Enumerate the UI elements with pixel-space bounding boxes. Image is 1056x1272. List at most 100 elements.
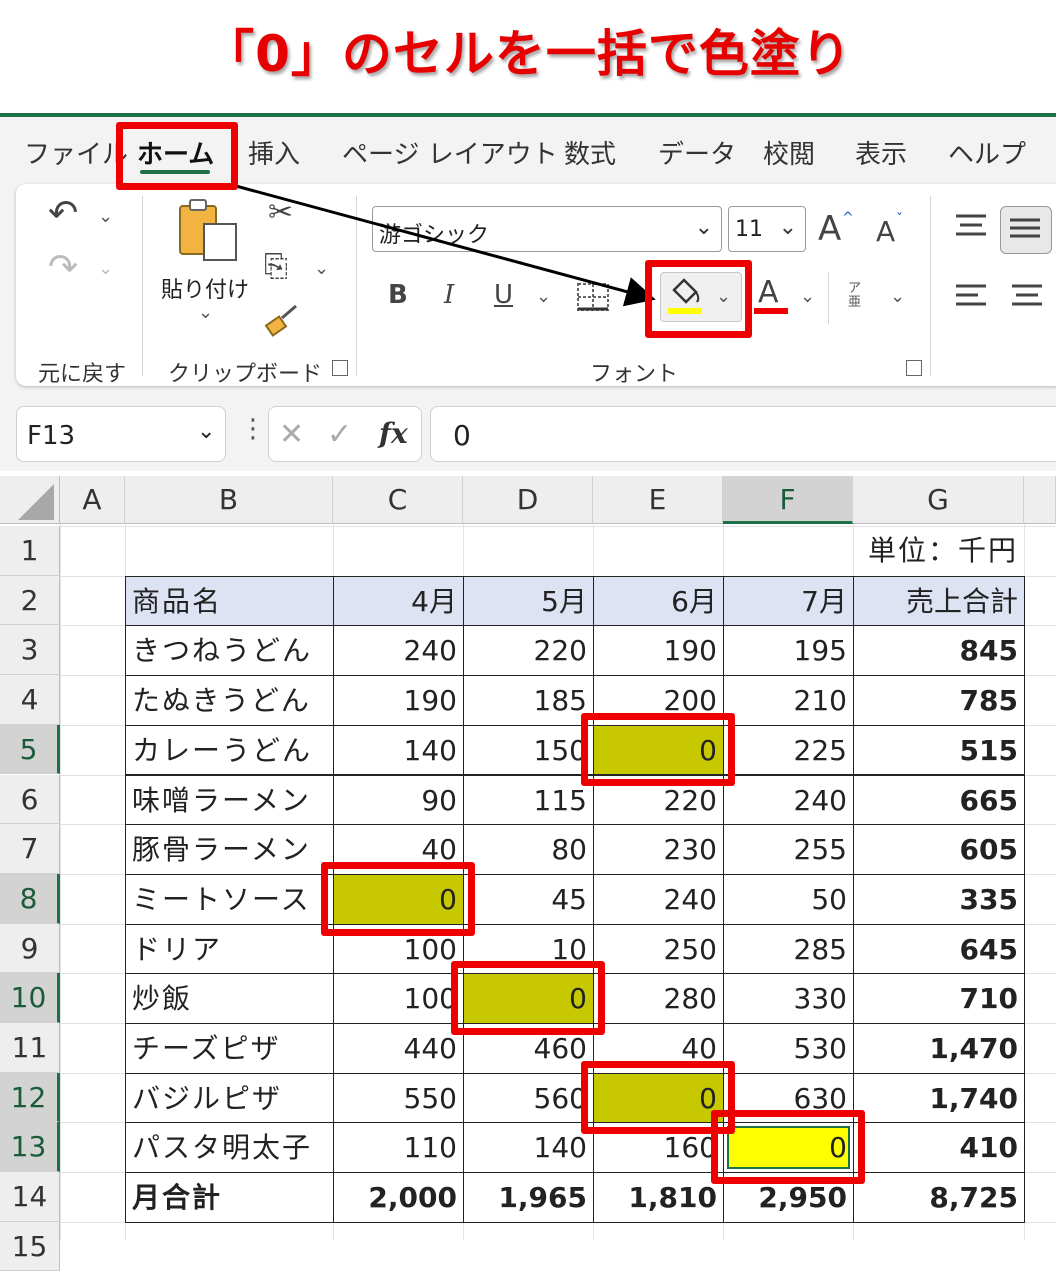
value-cell[interactable]: 250 bbox=[593, 923, 724, 975]
insert-function-icon[interactable]: fx bbox=[379, 417, 408, 450]
product-name-cell[interactable]: チーズピザ bbox=[125, 1023, 334, 1074]
value-cell[interactable]: 225 bbox=[723, 724, 854, 776]
row-header-9[interactable]: 9 bbox=[0, 923, 60, 974]
value-cell[interactable]: 90 bbox=[333, 774, 464, 826]
value-cell[interactable]: 150 bbox=[463, 724, 594, 776]
row-header-2[interactable]: 2 bbox=[0, 575, 60, 626]
value-cell[interactable]: 100 bbox=[333, 973, 464, 1024]
tab-page-layout[interactable]: ページ レイアウト bbox=[342, 134, 558, 171]
value-cell[interactable]: 50 bbox=[723, 873, 854, 925]
product-name-cell[interactable]: きつねうどん bbox=[125, 625, 334, 677]
align-center-icon[interactable] bbox=[1010, 282, 1044, 310]
column-header-f[interactable]: F bbox=[723, 476, 853, 524]
row-header-8[interactable]: 8 bbox=[0, 873, 60, 924]
font-launcher-icon[interactable] bbox=[906, 360, 922, 376]
value-cell[interactable]: 115 bbox=[463, 774, 594, 826]
value-cell[interactable]: 45 bbox=[463, 873, 594, 925]
row-header-5[interactable]: 5 bbox=[0, 724, 60, 775]
chevron-down-icon[interactable]: ⌄ bbox=[779, 215, 797, 240]
value-cell[interactable]: 785 bbox=[853, 675, 1025, 726]
value-cell[interactable]: 80 bbox=[463, 824, 594, 875]
product-name-cell[interactable]: カレーうどん bbox=[125, 724, 334, 776]
value-cell[interactable]: 515 bbox=[853, 724, 1025, 776]
column-header-g[interactable]: G bbox=[853, 476, 1024, 524]
value-cell[interactable]: 560 bbox=[463, 1072, 594, 1124]
paste-button-label[interactable]: 貼り付け bbox=[161, 272, 249, 304]
format-painter-icon[interactable] bbox=[264, 302, 300, 338]
align-top-icon[interactable] bbox=[954, 212, 988, 240]
value-cell[interactable]: 210 bbox=[723, 675, 854, 726]
value-cell[interactable]: 240 bbox=[593, 873, 724, 925]
copy-icon[interactable]: ⎘ bbox=[264, 252, 288, 282]
chevron-down-icon[interactable]: ⌄ bbox=[197, 419, 215, 444]
row-header-6[interactable]: 6 bbox=[0, 774, 60, 825]
value-cell[interactable]: 410 bbox=[853, 1122, 1025, 1174]
row-header-11[interactable]: 11 bbox=[0, 1023, 60, 1073]
table-header-cell[interactable]: 7月 bbox=[723, 575, 854, 627]
table-header-cell[interactable]: 商品名 bbox=[125, 575, 334, 627]
row-header-4[interactable]: 4 bbox=[0, 675, 60, 725]
product-name-cell[interactable]: 炒飯 bbox=[125, 973, 334, 1024]
column-header-a[interactable]: A bbox=[60, 476, 125, 524]
row-header-1[interactable]: 1 bbox=[0, 526, 60, 576]
align-left-icon[interactable] bbox=[954, 282, 988, 310]
undo-icon[interactable]: ↶ bbox=[48, 196, 78, 232]
formula-input[interactable]: 0 bbox=[430, 406, 1056, 462]
product-name-cell[interactable]: パスタ明太子 bbox=[125, 1122, 334, 1174]
column-header-b[interactable]: B bbox=[125, 476, 333, 524]
table-header-cell[interactable]: 4月 bbox=[333, 575, 464, 627]
row-header-3[interactable]: 3 bbox=[0, 625, 60, 676]
row-header-12[interactable]: 12 bbox=[0, 1072, 60, 1123]
tab-help[interactable]: ヘルプ bbox=[948, 134, 1026, 171]
table-header-cell[interactable]: 売上合計 bbox=[853, 575, 1025, 627]
value-cell[interactable]: 220 bbox=[463, 625, 594, 677]
value-cell[interactable]: 140 bbox=[463, 1122, 594, 1174]
grow-font-icon[interactable]: A bbox=[818, 212, 841, 246]
product-name-cell[interactable]: たぬきうどん bbox=[125, 675, 334, 726]
value-cell[interactable]: 285 bbox=[723, 923, 854, 975]
underline-button[interactable]: U bbox=[494, 282, 513, 308]
value-cell[interactable]: 605 bbox=[853, 824, 1025, 875]
value-cell[interactable]: 190 bbox=[333, 675, 464, 726]
row-header-7[interactable]: 7 bbox=[0, 824, 60, 874]
value-cell[interactable]: 240 bbox=[333, 625, 464, 677]
total-cell[interactable]: 1,965 bbox=[463, 1172, 594, 1223]
value-cell[interactable]: 845 bbox=[853, 625, 1025, 677]
product-name-cell[interactable]: 味噌ラーメン bbox=[125, 774, 334, 826]
value-cell[interactable]: 530 bbox=[723, 1023, 854, 1074]
value-cell[interactable]: 550 bbox=[333, 1072, 464, 1124]
tab-file[interactable]: ファイル bbox=[24, 134, 128, 171]
enter-icon[interactable]: ✓ bbox=[327, 417, 352, 452]
table-header-cell[interactable]: 5月 bbox=[463, 575, 594, 627]
font-color-dropdown-icon[interactable]: ⌄ bbox=[800, 286, 815, 307]
value-cell[interactable]: 280 bbox=[593, 973, 724, 1024]
value-cell[interactable]: 185 bbox=[463, 675, 594, 726]
total-cell[interactable]: 8,725 bbox=[853, 1172, 1025, 1223]
column-header-c[interactable]: C bbox=[333, 476, 463, 524]
product-name-cell[interactable]: バジルピザ bbox=[125, 1072, 334, 1124]
phonetic-dropdown-icon[interactable]: ⌄ bbox=[890, 286, 905, 307]
redo-dropdown-icon[interactable]: ⌄ bbox=[98, 258, 113, 279]
cut-icon[interactable]: ✂ bbox=[268, 198, 293, 228]
clipboard-launcher-icon[interactable] bbox=[332, 360, 348, 376]
copy-dropdown-icon[interactable]: ⌄ bbox=[314, 258, 329, 279]
product-name-cell[interactable]: ドリア bbox=[125, 923, 334, 975]
value-cell[interactable]: 230 bbox=[593, 824, 724, 875]
total-cell[interactable]: 月合計 bbox=[125, 1172, 334, 1223]
value-cell[interactable]: 335 bbox=[853, 873, 1025, 925]
value-cell[interactable]: 710 bbox=[853, 973, 1025, 1024]
total-cell[interactable]: 1,810 bbox=[593, 1172, 724, 1223]
redo-icon[interactable]: ↷ bbox=[48, 250, 78, 286]
row-header-15[interactable]: 15 bbox=[0, 1221, 60, 1272]
product-name-cell[interactable]: 豚骨ラーメン bbox=[125, 824, 334, 875]
more-options-icon[interactable]: ⋮ bbox=[240, 414, 266, 444]
phonetic-guide-icon[interactable]: ア亜 bbox=[848, 282, 866, 310]
undo-dropdown-icon[interactable]: ⌄ bbox=[98, 206, 113, 227]
tab-insert[interactable]: 挿入 bbox=[248, 134, 300, 171]
paste-icon[interactable] bbox=[176, 196, 242, 266]
table-header-cell[interactable]: 6月 bbox=[593, 575, 724, 627]
cancel-icon[interactable]: ✕ bbox=[279, 417, 304, 452]
borders-icon[interactable] bbox=[576, 282, 610, 312]
value-cell[interactable]: 665 bbox=[853, 774, 1025, 826]
tab-review[interactable]: 校閲 bbox=[763, 134, 815, 171]
